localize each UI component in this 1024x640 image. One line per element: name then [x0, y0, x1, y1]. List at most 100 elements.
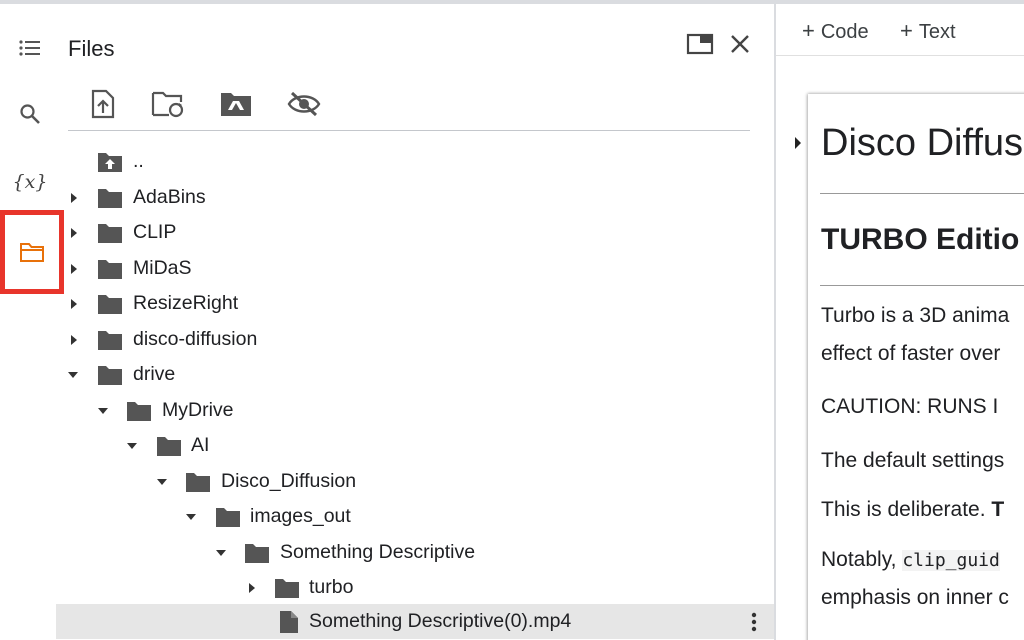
files-panel-title: Files — [68, 36, 115, 61]
cell-paragraph: The default settings — [821, 449, 1005, 472]
cell-paragraph: This is deliberate. T — [821, 498, 1004, 522]
toggle-hidden-button[interactable] — [282, 82, 326, 126]
close-panel-button[interactable] — [722, 26, 758, 62]
tree-row-label: MiDaS — [133, 257, 192, 279]
tree-row-label: images_out — [250, 505, 351, 527]
add-text-button[interactable]: + Text — [900, 18, 956, 44]
folder-icon — [126, 400, 152, 422]
tree-row-folder[interactable]: images_out — [60, 499, 774, 534]
upload-button[interactable] — [81, 82, 125, 126]
open-in-tab-button[interactable] — [682, 26, 718, 62]
list-icon — [19, 40, 40, 56]
expand-caret-icon[interactable] — [67, 333, 81, 347]
tree-row-label: Something Descriptive — [280, 541, 476, 563]
search-icon — [20, 104, 40, 124]
tree-row-folder[interactable]: MiDaS — [60, 251, 774, 286]
folder-icon — [244, 542, 270, 564]
folder-icon — [215, 506, 241, 528]
expand-caret-icon[interactable] — [67, 226, 81, 240]
subheading-rule — [820, 285, 1024, 286]
variables-button[interactable]: {x} — [0, 154, 60, 210]
section-collapse-caret-icon[interactable] — [794, 136, 802, 155]
expand-caret-icon[interactable] — [67, 191, 81, 205]
tree-row-folder[interactable]: AI — [60, 428, 774, 463]
folder-icon — [97, 222, 123, 244]
collapse-caret-icon[interactable] — [214, 546, 228, 560]
tree-row-label: Something Descriptive(0).mp4 — [309, 610, 572, 632]
paragraph-text: This is deliberate. — [821, 498, 986, 521]
add-code-label: Code — [820, 21, 869, 43]
tree-row-label: .. — [133, 150, 144, 172]
folder-icon — [274, 577, 300, 599]
cell-paragraph: CAUTION: RUNS I — [821, 395, 999, 418]
cell-paragraph: Notably, clip_guid — [821, 548, 1000, 572]
tree-row-label: MyDrive — [162, 399, 234, 421]
tree-row-folder[interactable]: Something Descriptive — [60, 535, 774, 570]
folder-icon — [20, 243, 44, 262]
cell-paragraph: emphasis on inner c — [821, 586, 1009, 609]
cell-paragraph: effect of faster over — [821, 342, 1001, 365]
notebook-area: + Code + Text Disco Diffus TURBO Editio Tu… — [776, 4, 1024, 640]
eye-off-icon — [287, 91, 321, 117]
upload-icon — [91, 89, 115, 119]
inline-code: clip_guid — [902, 550, 1000, 571]
folder-icon — [97, 187, 123, 209]
collapse-caret-icon[interactable] — [96, 404, 110, 418]
tree-row-label: turbo — [309, 576, 354, 598]
more-options-icon[interactable] — [744, 607, 764, 637]
cell-subheading: TURBO Editio — [821, 223, 1020, 256]
table-of-contents-button[interactable] — [0, 20, 60, 76]
variables-icon: {x} — [12, 171, 48, 193]
folder-icon — [97, 293, 123, 315]
collapse-caret-icon[interactable] — [66, 368, 80, 382]
tree-row-folder[interactable]: drive — [60, 357, 774, 392]
tree-row-file[interactable]: Something Descriptive(0).mp4 — [56, 604, 774, 639]
collapse-caret-icon[interactable] — [184, 510, 198, 524]
search-button[interactable] — [0, 86, 60, 142]
parent-folder-icon — [97, 151, 123, 173]
tree-row-label: drive — [133, 363, 176, 385]
cell-paragraph: Turbo is a 3D anima — [821, 304, 1010, 327]
heading-rule — [820, 193, 1024, 194]
tree-row-label: AdaBins — [133, 186, 206, 208]
tree-row-label: AI — [191, 434, 210, 456]
file-icon — [276, 610, 302, 633]
add-text-label: Text — [918, 21, 956, 43]
files-button[interactable] — [0, 210, 64, 294]
drive-folder-icon — [221, 93, 251, 116]
refresh-button[interactable] — [146, 82, 190, 126]
tree-row-folder[interactable]: AdaBins — [60, 180, 774, 215]
expand-caret-icon[interactable] — [245, 581, 259, 595]
files-panel: Files .. AdaBins CLIP MiDaS ResizeRight … — [56, 4, 774, 640]
notebook-toolbar: + Code + Text — [776, 4, 1024, 56]
folder-icon — [97, 364, 123, 386]
mount-drive-button[interactable] — [214, 82, 258, 126]
expand-caret-icon[interactable] — [67, 262, 81, 276]
tree-row-folder[interactable]: ResizeRight — [60, 286, 774, 321]
expand-caret-icon[interactable] — [67, 297, 81, 311]
cell-heading: Disco Diffus — [821, 122, 1024, 164]
tree-row-label: disco-diffusion — [133, 328, 258, 350]
folder-icon — [156, 435, 182, 457]
paragraph-bold-text: T — [991, 498, 1005, 521]
tree-row-folder[interactable]: Disco_Diffusion — [60, 464, 774, 499]
tree-row-folder[interactable]: MyDrive — [60, 393, 774, 428]
tree-row-folder[interactable]: turbo — [60, 570, 774, 605]
tree-row-label: CLIP — [133, 221, 177, 243]
tree-row-folder[interactable]: CLIP — [60, 215, 774, 250]
tree-row-label: ResizeRight — [133, 292, 239, 314]
close-icon — [731, 35, 749, 53]
left-rail: {x} — [0, 4, 64, 640]
folder-icon — [185, 471, 211, 493]
add-code-button[interactable]: + Code — [802, 18, 869, 44]
refresh-folder-icon — [151, 91, 184, 118]
folder-icon — [97, 258, 123, 280]
collapse-caret-icon[interactable] — [155, 475, 169, 489]
toolbar-divider — [68, 130, 750, 131]
window-icon — [686, 33, 714, 55]
tree-row-parent[interactable]: .. — [60, 144, 774, 179]
collapse-caret-icon[interactable] — [125, 439, 139, 453]
tree-row-folder[interactable]: disco-diffusion — [60, 322, 774, 357]
paragraph-text: Notably, — [821, 548, 897, 571]
folder-icon — [97, 329, 123, 351]
